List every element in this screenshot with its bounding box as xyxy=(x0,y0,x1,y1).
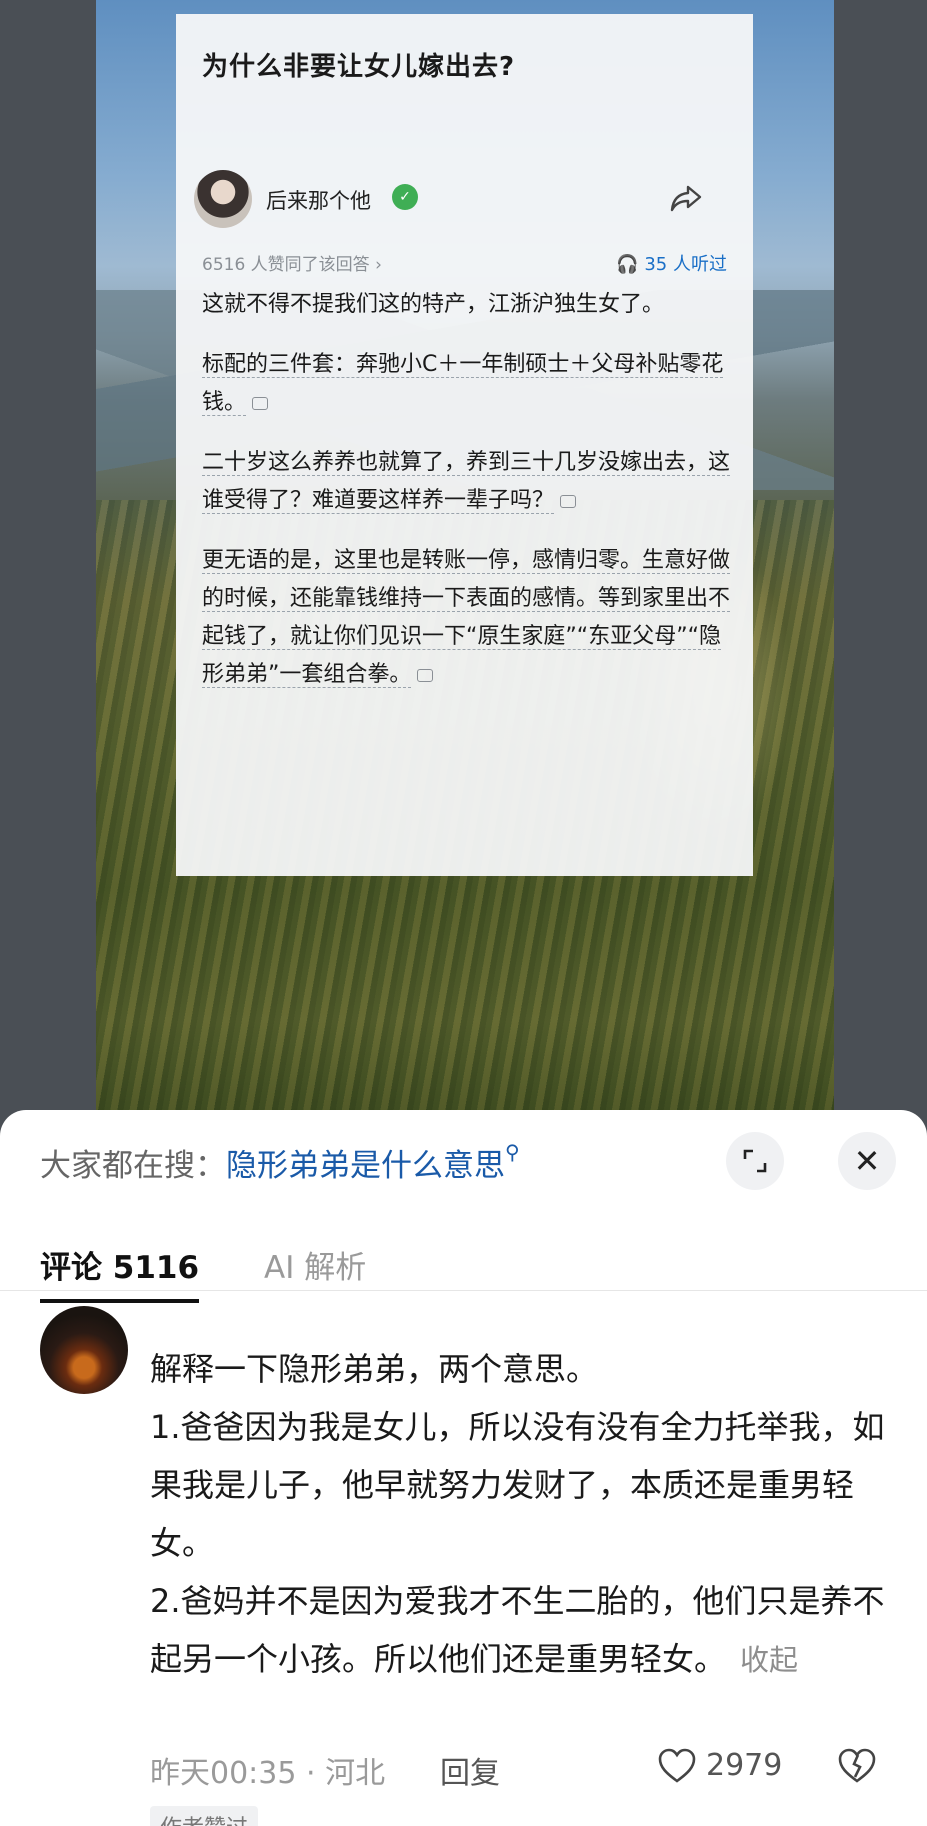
paragraph-text: 二十岁这么养养也就算了，养到三十几岁没嫁出去，这谁受得了？难道要这样养一辈子吗？ xyxy=(202,450,731,514)
expand-button[interactable] xyxy=(726,1132,784,1190)
author-name[interactable]: 后来那个他 xyxy=(266,185,371,215)
headphones-icon: 🎧 xyxy=(615,254,639,275)
question-title[interactable]: 为什么非要让女儿嫁出去? xyxy=(202,46,515,83)
search-term: 隐形弟弟是什么意思 xyxy=(226,1148,505,1184)
verified-icon: ✓ xyxy=(392,184,418,210)
close-button[interactable]: ✕ xyxy=(838,1132,896,1190)
broken-heart-icon[interactable] xyxy=(836,1746,878,1786)
comment-line: 1.爸爸因为我是女儿，所以没有没有全力托举我，如果我是儿子，他早就努力发财了，本… xyxy=(150,1408,885,1562)
comment-bubble-icon[interactable] xyxy=(417,668,434,682)
share-icon[interactable] xyxy=(666,178,706,218)
like-count: 2979 xyxy=(706,1748,783,1783)
commenter-avatar[interactable] xyxy=(40,1306,128,1394)
comment-bubble-icon[interactable] xyxy=(252,396,269,410)
search-suggestion[interactable]: 大家都在搜：隐形弟弟是什么意思⚲ xyxy=(40,1140,520,1185)
author-liked-badge: 作者赞过 xyxy=(150,1806,259,1826)
comment-bubble-icon[interactable] xyxy=(560,494,577,508)
listen-count-label: 35 人听过 xyxy=(644,254,727,275)
close-icon: ✕ xyxy=(853,1142,881,1180)
comment-line: 2.爸妈并不是因为爱我才不生二胎的，他们只是养不起另一个小孩。所以他们还是重男轻… xyxy=(150,1572,890,1689)
comment-line: 解释一下隐形弟弟，两个意思。 xyxy=(150,1350,599,1388)
answer-paragraph: 这就不得不提我们这的特产，江浙沪独生女了。 xyxy=(202,286,732,324)
tab-ai-analysis[interactable]: AI 解析 xyxy=(264,1242,366,1287)
listen-count[interactable]: 🎧 35 人听过 xyxy=(616,250,727,276)
answer-paragraph: 更无语的是，这里也是转账一停，感情归零。生意好做的时候，还能靠钱维持一下表面的感… xyxy=(202,542,732,694)
search-label: 大家都在搜： xyxy=(40,1148,226,1184)
search-term-link[interactable]: 隐形弟弟是什么意思⚲ xyxy=(226,1140,520,1184)
answer-paragraph: 标配的三件套：奔驰小C＋一年制硕士＋父母补贴零花钱。 xyxy=(202,346,732,422)
likes-line[interactable]: 6516 人赞同了该回答 › xyxy=(202,250,382,275)
heart-icon[interactable] xyxy=(656,1746,698,1786)
answer-paragraph: 二十岁这么养养也就算了，养到三十几岁没嫁出去，这谁受得了？难道要这样养一辈子吗？ xyxy=(202,444,732,520)
search-icon: ⚲ xyxy=(505,1140,520,1164)
answer-card: 为什么非要让女儿嫁出去? 后来那个他 ✓ 6516 人赞同了该回答 › 🎧 35 … xyxy=(176,14,753,876)
tab-bar: 评论 5116 AI 解析 xyxy=(0,1242,927,1303)
comment-text: 解释一下隐形弟弟，两个意思。 1.爸爸因为我是女儿，所以没有没有全力托举我，如果… xyxy=(150,1340,890,1689)
tab-comments[interactable]: 评论 5116 xyxy=(40,1242,200,1303)
expand-icon xyxy=(743,1149,767,1173)
paragraph-text: 标配的三件套：奔驰小C＋一年制硕士＋父母补贴零花钱。 xyxy=(202,352,724,416)
paragraph-text: 这就不得不提我们这的特产，江浙沪独生女了。 xyxy=(202,292,665,317)
author-avatar[interactable] xyxy=(194,170,252,228)
comment-time-location: 昨天00:35 · 河北 xyxy=(150,1756,386,1791)
collapse-link[interactable]: 收起 xyxy=(740,1643,798,1677)
paragraph-text: 更无语的是，这里也是转账一停，感情归零。生意好做的时候，还能靠钱维持一下表面的感… xyxy=(202,548,731,688)
reply-button[interactable]: 回复 xyxy=(440,1748,500,1792)
comments-sheet: 大家都在搜：隐形弟弟是什么意思⚲ ✕ 评论 5116 AI 解析 解释一下隐形弟… xyxy=(0,1110,927,1826)
answer-body: 这就不得不提我们这的特产，江浙沪独生女了。 标配的三件套：奔驰小C＋一年制硕士＋… xyxy=(202,286,732,716)
